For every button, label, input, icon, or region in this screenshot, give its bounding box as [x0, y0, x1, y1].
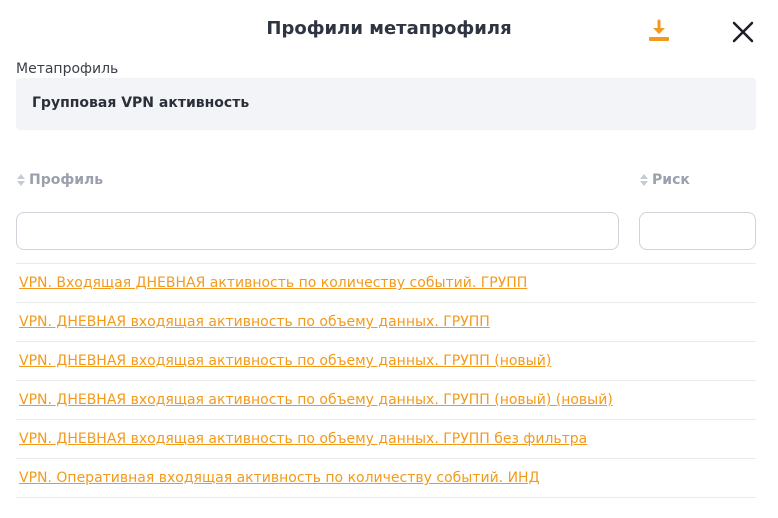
profile-link[interactable]: VPN. ДНЕВНАЯ входящая активность по объе…: [19, 431, 587, 447]
column-header-risk-label: Риск: [652, 172, 690, 188]
profile-link[interactable]: VPN. ДНЕВНАЯ входящая активность по объе…: [19, 314, 490, 330]
row-divider: [16, 497, 756, 498]
metaprofile-value: Групповая VPN активность: [32, 95, 250, 111]
sort-icon: [16, 173, 26, 187]
row-divider: [16, 302, 756, 303]
download-icon: [649, 19, 669, 41]
profile-link[interactable]: VPN. ДНЕВНАЯ входящая активность по объе…: [19, 353, 551, 369]
row-divider: [16, 458, 756, 459]
sort-icon: [639, 173, 649, 187]
download-button[interactable]: [644, 18, 674, 46]
row-divider: [16, 419, 756, 420]
risk-filter-input[interactable]: [639, 212, 756, 250]
column-header-risk[interactable]: Риск: [639, 172, 690, 188]
metaprofile-profiles-dialog: Профили метапрофиля Метапрофиль Группова…: [0, 0, 778, 518]
column-header-profile[interactable]: Профиль: [16, 172, 103, 188]
metaprofile-field: Групповая VPN активность: [16, 78, 756, 130]
close-icon: [732, 21, 754, 43]
profile-filter-input[interactable]: [16, 212, 619, 250]
profile-link[interactable]: VPN. Входящая ДНЕВНАЯ активность по коли…: [19, 275, 527, 291]
row-divider: [16, 263, 756, 264]
profile-link[interactable]: VPN. ДНЕВНАЯ входящая активность по объе…: [19, 392, 613, 408]
profile-link[interactable]: VPN. Оперативная входящая активность по …: [19, 470, 540, 486]
column-header-profile-label: Профиль: [29, 172, 104, 188]
close-button[interactable]: [729, 18, 757, 46]
row-divider: [16, 380, 756, 381]
metaprofile-label: Метапрофиль: [16, 61, 119, 77]
row-divider: [16, 341, 756, 342]
